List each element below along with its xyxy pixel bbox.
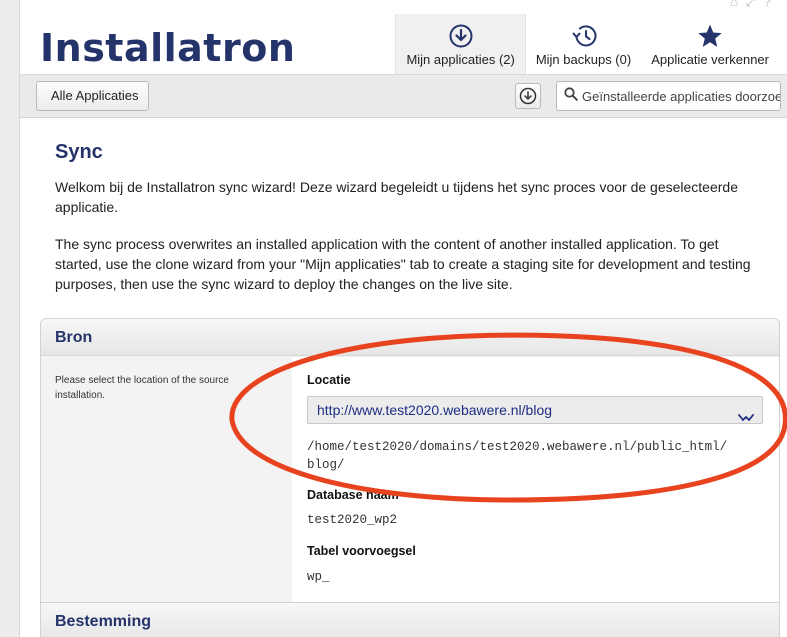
database-name-label: Database naam (307, 488, 399, 502)
left-edge-strip (0, 0, 20, 637)
source-help-text: Please select the location of the source… (55, 375, 229, 401)
search-box[interactable] (556, 81, 781, 111)
install-path-line-2: blog/ (307, 458, 345, 472)
tab-my-applications[interactable]: Mijn applicaties (2) (395, 14, 526, 74)
source-panel: Bron Please select the location of the s… (40, 318, 780, 603)
history-clock-icon (570, 23, 598, 49)
search-input[interactable] (582, 88, 780, 104)
corner-utility-icons[interactable]: ⌂ ⤢ ? (730, 0, 773, 10)
tab-label: Mijn backups (0) (535, 52, 632, 67)
location-select-value: http://www.test2020.webawere.nl/blog (317, 402, 553, 418)
page-title: Sync (55, 141, 103, 163)
main-content: Sync Welkom bij de Installatron sync wiz… (20, 119, 787, 637)
source-panel-heading: Bron (41, 319, 779, 356)
table-prefix-label: Tabel voorvoegsel (307, 544, 416, 558)
download-circle-icon (449, 23, 473, 49)
intro-text: Welkom bij de Installatron sync wizard! … (55, 179, 738, 215)
database-name-value: test2020_wp2 (307, 513, 398, 527)
app-header: Installatron ⌂ ⤢ ? Mijn applicaties (2) … (20, 0, 787, 74)
location-select[interactable]: http://www.test2020.webawere.nl/blog (307, 396, 763, 424)
location-label: Locatie (307, 373, 351, 387)
tab-application-browser[interactable]: Applicatie verkenner (641, 14, 779, 74)
toolbar: Alle Applicaties (20, 74, 787, 118)
installatron-logo[interactable]: Installatron (40, 26, 295, 70)
tab-label: Applicatie verkenner (651, 52, 769, 67)
tab-label: Mijn applicaties (2) (406, 52, 515, 67)
install-path-line-1: /home/test2020/domains/test2020.webawere… (307, 440, 728, 454)
download-circle-icon (519, 87, 537, 105)
page: Installatron ⌂ ⤢ ? Mijn applicaties (2) … (20, 0, 787, 637)
star-icon (697, 23, 723, 49)
destination-panel-heading: Bestemming (40, 602, 780, 637)
search-icon (564, 86, 578, 106)
chevron-down-icon (738, 405, 754, 431)
sync-explanation-text: The sync process overwrites an installed… (55, 236, 751, 292)
source-fields: Locatie http://www.test2020.webawere.nl/… (292, 357, 779, 602)
main-tabs: Mijn applicaties (2) Mijn backups (0) Ap… (395, 14, 779, 74)
download-toolbar-button[interactable] (515, 83, 541, 109)
all-applications-back-button[interactable]: Alle Applicaties (36, 81, 150, 111)
table-prefix-value: wp_ (307, 570, 330, 584)
tab-my-backups[interactable]: Mijn backups (0) (526, 14, 641, 74)
